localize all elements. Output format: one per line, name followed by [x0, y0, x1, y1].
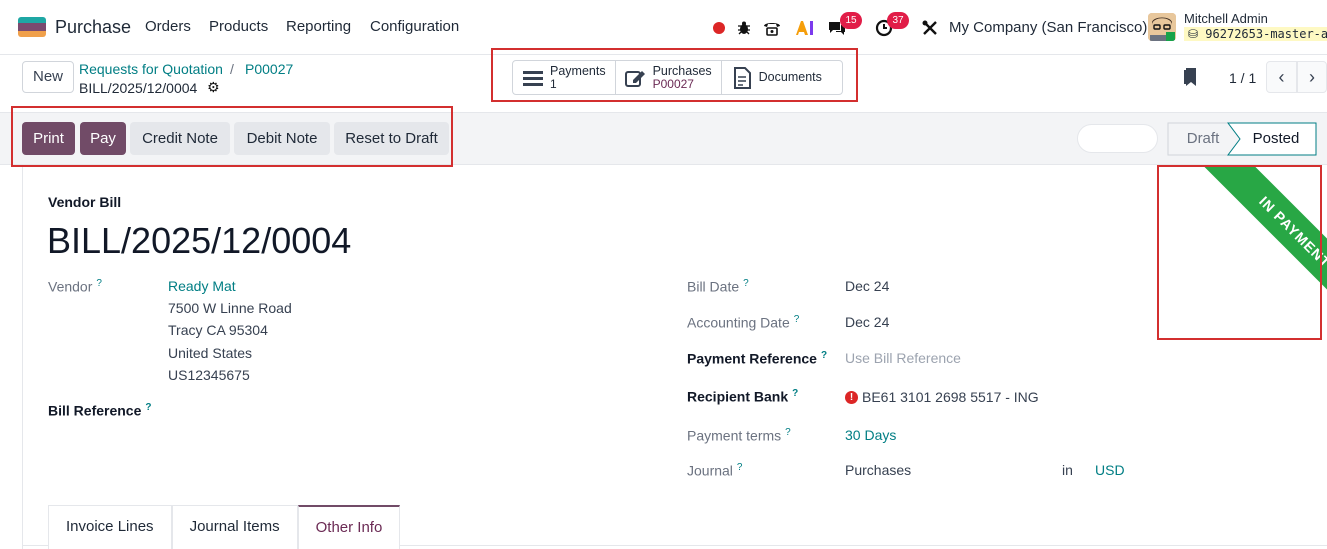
- status-pill: [1077, 124, 1158, 153]
- edit-icon: [624, 67, 647, 89]
- purchase-app-icon[interactable]: [18, 17, 46, 37]
- company-switcher[interactable]: My Company (San Francisco): [949, 19, 1147, 36]
- record-icon[interactable]: [707, 16, 731, 40]
- smart-buttons: Payments 1 Purchases P00027 Documents: [512, 60, 843, 95]
- bug-icon[interactable]: [732, 16, 756, 40]
- pay-button[interactable]: Pay: [80, 122, 126, 155]
- vendor-address-line: United States: [168, 345, 253, 361]
- chevron-right-icon: ›: [1309, 66, 1315, 87]
- menu-configuration[interactable]: Configuration: [370, 18, 459, 35]
- menu-orders[interactable]: Orders: [145, 18, 191, 35]
- bill-reference-label: Bill Reference?: [48, 402, 152, 419]
- user-avatar[interactable]: [1148, 13, 1176, 41]
- documents-smart-button[interactable]: Documents: [722, 61, 831, 94]
- payments-label: Payments: [550, 63, 606, 78]
- vendor-address-line: 7500 W Linne Road: [168, 300, 292, 316]
- breadcrumb-separator: /: [230, 61, 234, 77]
- app-name[interactable]: Purchase: [55, 17, 131, 38]
- payment-terms-field[interactable]: 30 Days: [845, 427, 896, 443]
- menu-reporting[interactable]: Reporting: [286, 18, 351, 35]
- recipient-bank-label: Recipient Bank?: [687, 388, 799, 405]
- document-icon: [731, 66, 753, 89]
- payments-smart-button[interactable]: Payments 1: [513, 61, 616, 94]
- page-title: BILL/2025/12/0004: [47, 220, 352, 261]
- new-button[interactable]: New: [22, 61, 74, 93]
- debit-note-button[interactable]: Debit Note: [234, 122, 330, 155]
- vendor-vat: US12345675: [168, 367, 250, 383]
- journal-in-text: in: [1062, 462, 1073, 478]
- control-panel: New Requests for Quotation / P00027 BILL…: [0, 55, 1327, 113]
- recipient-bank-field[interactable]: ! BE61 3101 2698 5517 - ING: [845, 389, 1039, 405]
- journal-label: Journal?: [687, 462, 743, 479]
- payment-reference-input[interactable]: Use Bill Reference: [845, 350, 961, 366]
- accounting-date-label: Accounting Date?: [687, 314, 800, 331]
- list-icon: [522, 67, 544, 89]
- gear-icon[interactable]: ⚙: [207, 79, 220, 96]
- purchases-smart-button[interactable]: Purchases P00027: [616, 61, 722, 94]
- purchases-ref: P00027: [652, 76, 694, 91]
- database-name: ⛁ 96272653-master-all: [1184, 27, 1327, 41]
- bill-date-label: Bill Date?: [687, 278, 749, 295]
- database-icon: ⛁: [1188, 27, 1199, 41]
- in-payment-ribbon: IN PAYMENT: [1200, 166, 1327, 327]
- menu-products[interactable]: Products: [209, 18, 268, 35]
- tab-other-info[interactable]: Other Info: [297, 505, 401, 549]
- currency-field[interactable]: USD: [1095, 462, 1125, 478]
- tab-invoice-lines[interactable]: Invoice Lines: [48, 505, 172, 549]
- status-ribbon-container: IN PAYMENT: [1160, 166, 1327, 340]
- activities-badge: 37: [887, 12, 909, 29]
- payment-reference-label: Payment Reference?: [687, 350, 828, 367]
- warning-icon: !: [845, 390, 858, 404]
- accounting-date-field[interactable]: Dec 24: [845, 314, 889, 330]
- reset-to-draft-button[interactable]: Reset to Draft: [334, 122, 449, 155]
- vendor-field[interactable]: Ready Mat: [168, 278, 236, 294]
- bill-date-field[interactable]: Dec 24: [845, 278, 889, 294]
- credit-note-button[interactable]: Credit Note: [130, 122, 230, 155]
- documents-label: Documents: [758, 70, 822, 84]
- bookmark-icon[interactable]: [1183, 67, 1197, 87]
- stage-posted[interactable]: Posted: [1240, 122, 1312, 155]
- pager-value[interactable]: 1 / 1: [1229, 70, 1256, 86]
- action-bar: Print Pay Credit Note Debit Note Reset t…: [0, 113, 1327, 165]
- chevron-left-icon: ‹: [1278, 66, 1285, 87]
- purchases-label: Purchases: [652, 63, 712, 78]
- phone-icon[interactable]: [760, 16, 784, 40]
- payments-count: 1: [550, 76, 557, 91]
- messages-badge: 15: [840, 12, 862, 29]
- record-name: BILL/2025/12/0004: [79, 80, 198, 96]
- doc-type: Vendor Bill: [48, 194, 122, 210]
- notebook-tabs: Invoice Lines Journal Items Other Info: [48, 505, 401, 549]
- user-name[interactable]: Mitchell Admin: [1184, 11, 1268, 26]
- breadcrumb-rfq[interactable]: Requests for Quotation: [79, 61, 223, 77]
- recipient-bank-value: BE61 3101 2698 5517 - ING: [862, 389, 1039, 405]
- ai-icon[interactable]: [793, 16, 817, 40]
- print-button[interactable]: Print: [22, 122, 75, 155]
- breadcrumb-po[interactable]: P00027: [245, 61, 293, 77]
- journal-field[interactable]: Purchases: [845, 462, 911, 478]
- stage-draft[interactable]: Draft: [1172, 122, 1234, 155]
- payment-terms-label: Payment terms?: [687, 427, 791, 444]
- top-navbar: Purchase Orders Products Reporting Confi…: [0, 0, 1327, 55]
- tab-journal-items[interactable]: Journal Items: [171, 505, 298, 549]
- vendor-label: Vendor?: [48, 278, 102, 295]
- pager-previous-button[interactable]: ‹: [1266, 61, 1297, 93]
- pager-next-button[interactable]: ›: [1297, 61, 1327, 93]
- database-name-text: 96272653-master-all: [1205, 27, 1327, 41]
- tools-icon[interactable]: [918, 16, 942, 40]
- vendor-address-line: Tracy CA 95304: [168, 322, 268, 338]
